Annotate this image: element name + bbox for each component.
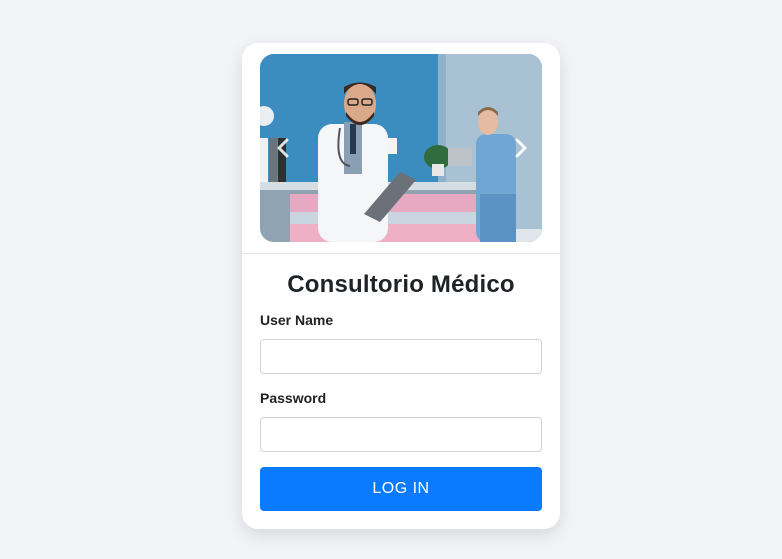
username-label: User Name [260,312,334,328]
page-title: Consultorio Médico [287,271,515,298]
carousel-photo [260,54,542,242]
carousel-next-button[interactable] [510,136,532,160]
card-divider [242,253,560,254]
login-button[interactable]: LOG IN [260,467,542,511]
image-carousel[interactable] [260,54,542,242]
password-input[interactable] [260,417,542,452]
chevron-right-icon [515,138,527,158]
carousel-prev-button[interactable] [272,136,294,160]
password-label: Password [260,390,327,406]
login-card: Consultorio Médico User Name Password LO… [242,43,560,529]
username-input[interactable] [260,339,542,374]
chevron-left-icon [277,138,289,158]
